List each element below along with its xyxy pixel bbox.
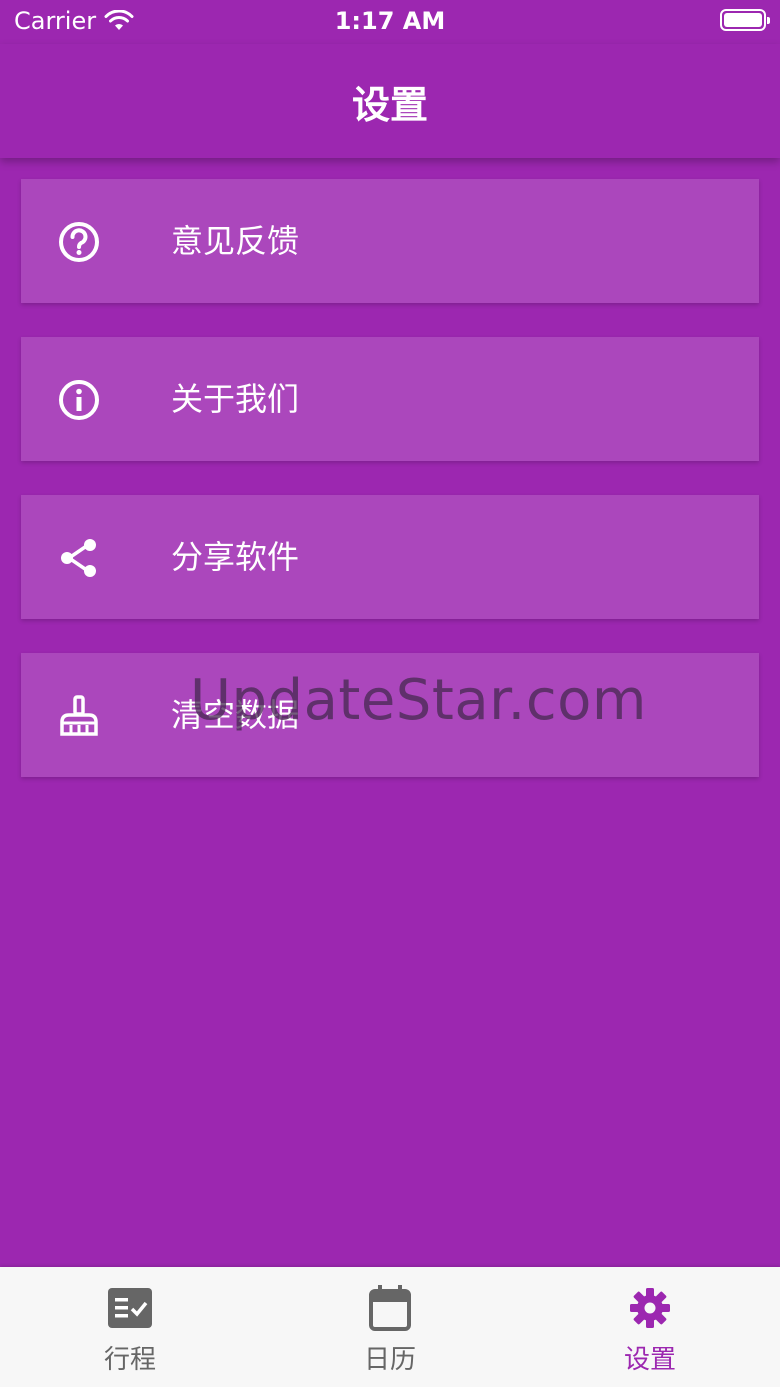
settings-item-label: 分享软件	[171, 538, 300, 576]
app-bar: 设置	[0, 44, 780, 158]
tab-itinerary[interactable]: 行程	[0, 1267, 260, 1387]
tab-label: 日历	[363, 1345, 416, 1375]
tab-label: 设置	[623, 1345, 676, 1375]
status-bar: Carrier 1:17 AM	[0, 0, 780, 44]
settings-item-clear-data[interactable]: 清空数据	[21, 653, 759, 777]
tab-label: 行程	[103, 1345, 156, 1375]
battery-icon	[720, 9, 770, 31]
bottom-nav: 行程 日历 设置	[0, 1267, 780, 1387]
settings-item-label: 关于我们	[171, 380, 300, 418]
settings-item-about[interactable]: 关于我们	[21, 337, 759, 461]
settings-item-label: 清空数据	[171, 696, 300, 734]
info-circle-icon	[57, 378, 101, 422]
status-time: 1:17 AM	[334, 7, 446, 35]
help-circle-icon	[57, 220, 101, 264]
calendar-icon	[367, 1285, 413, 1331]
settings-item-label: 意见反馈	[171, 222, 300, 260]
tab-settings[interactable]: 设置	[520, 1267, 780, 1387]
settings-list: 意见反馈 关于我们 分享软件 清空数据	[21, 179, 759, 811]
broom-icon	[57, 694, 101, 738]
share-icon	[57, 536, 101, 580]
tab-calendar[interactable]: 日历	[260, 1267, 520, 1387]
settings-item-share[interactable]: 分享软件	[21, 495, 759, 619]
gear-icon	[627, 1285, 673, 1331]
page-title: 设置	[351, 83, 428, 127]
settings-item-feedback[interactable]: 意见反馈	[21, 179, 759, 303]
checklist-icon	[107, 1285, 153, 1331]
